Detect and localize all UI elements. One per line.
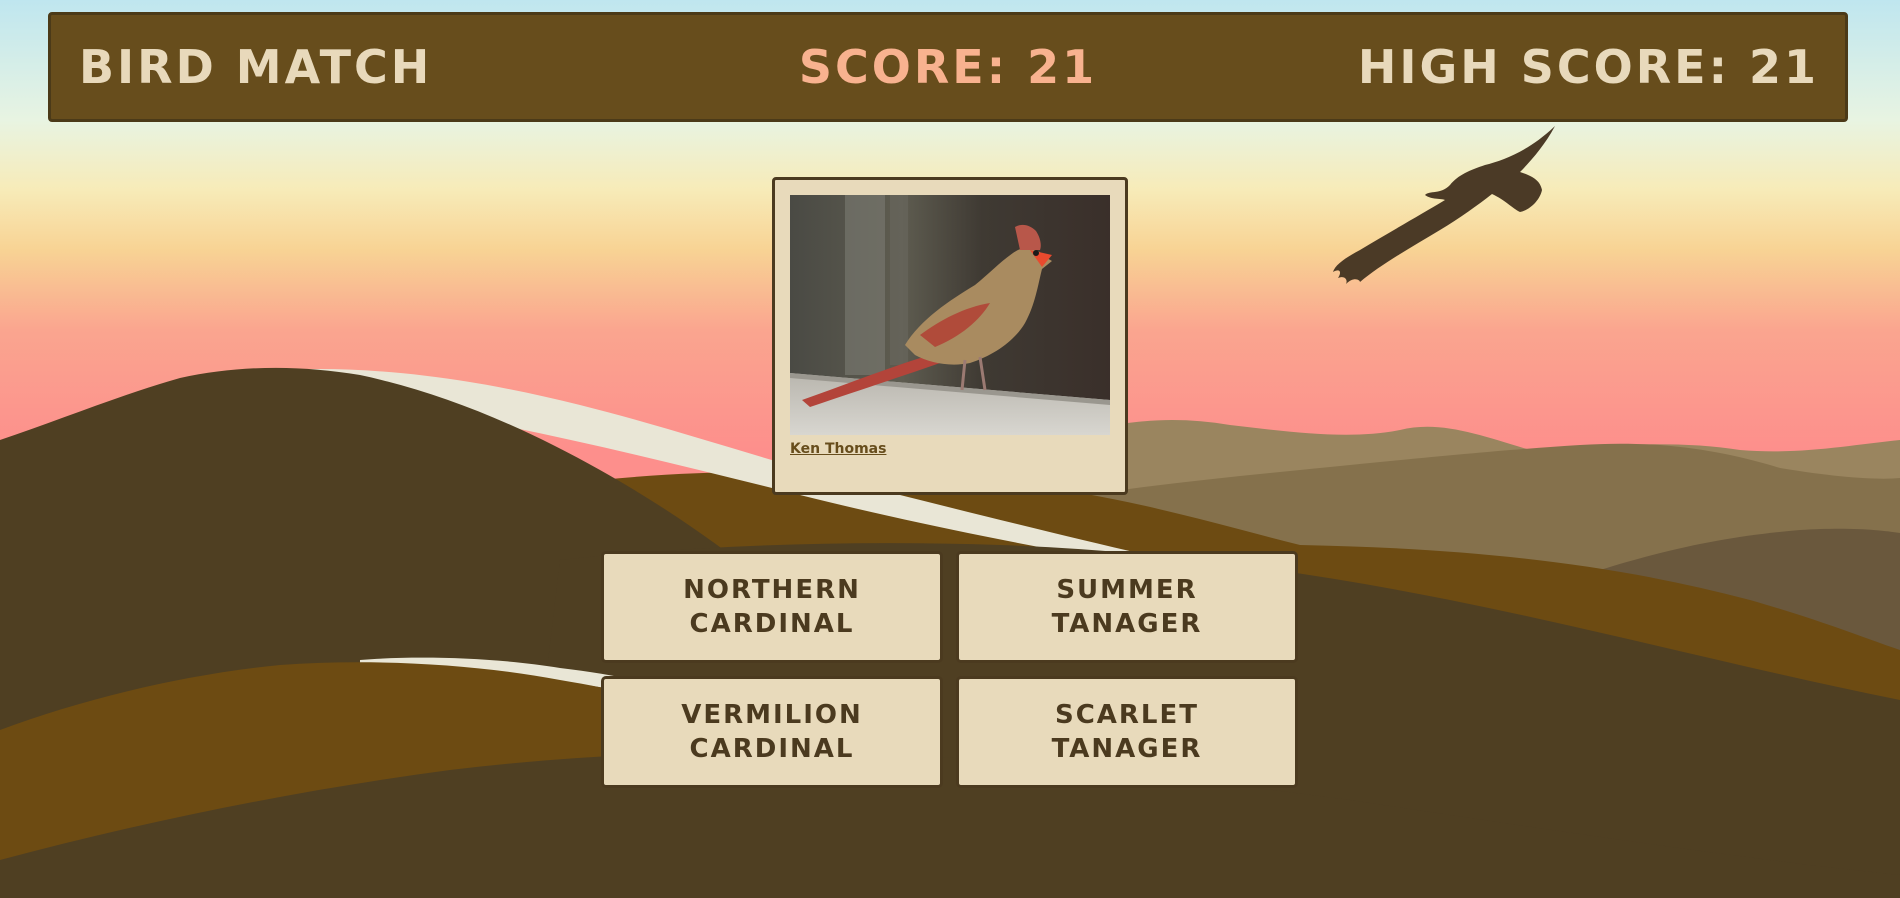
answer-button-scarlet-tanager[interactable]: SCARLET TANAGER xyxy=(956,676,1298,788)
photo-credit-link[interactable]: Ken Thomas xyxy=(790,441,886,457)
game-title: BIRD MATCH xyxy=(79,40,433,94)
score-counter: SCORE: 21 xyxy=(798,40,1098,94)
answer-button-northern-cardinal[interactable]: NORTHERN CARDINAL xyxy=(601,551,943,663)
bird-photo-card: Ken Thomas xyxy=(772,177,1128,495)
answer-button-summer-tanager[interactable]: SUMMER TANAGER xyxy=(956,551,1298,663)
high-score-counter: HIGH SCORE: 21 xyxy=(1357,40,1819,94)
score-header-bar: BIRD MATCH SCORE: 21 HIGH SCORE: 21 xyxy=(48,12,1848,122)
flying-hawk-silhouette xyxy=(1333,126,1555,284)
answer-button-vermilion-cardinal[interactable]: VERMILION CARDINAL xyxy=(601,676,943,788)
bird-photo xyxy=(790,195,1110,435)
